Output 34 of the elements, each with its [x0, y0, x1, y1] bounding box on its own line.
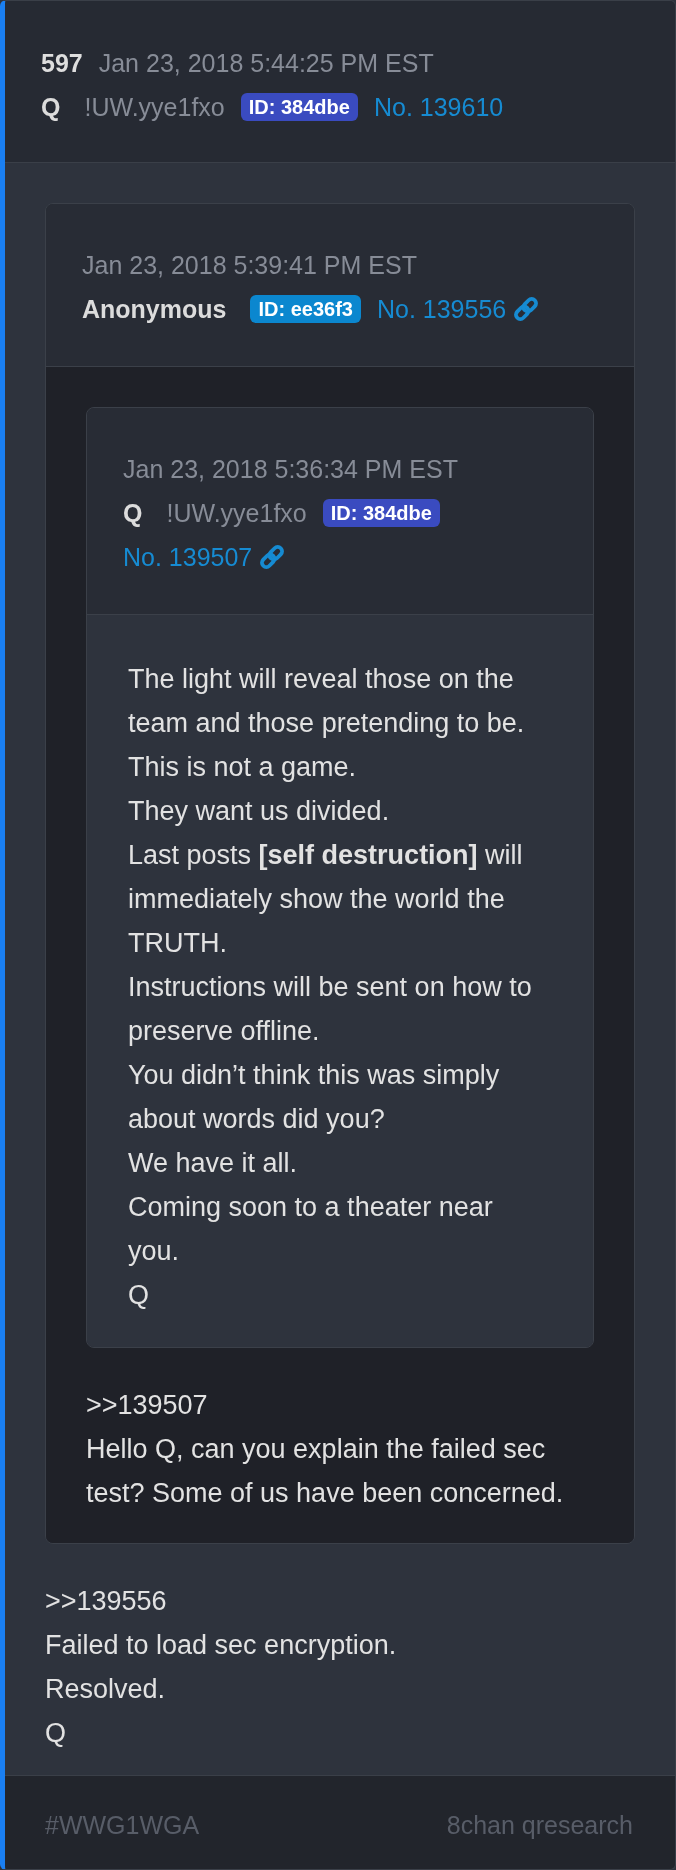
poster-name: Q [123, 498, 143, 529]
source-text: 8chan qresearch [446, 1810, 633, 1841]
post-text: They want us divided. [128, 795, 391, 828]
link-icon[interactable] [259, 544, 286, 570]
post-text: Q [45, 1717, 67, 1750]
link-icon[interactable] [513, 296, 540, 322]
post-date: Jan 23, 2018 5:44:25 PM EST [98, 48, 434, 79]
post-number-link[interactable]: No. 139610 [373, 85, 504, 129]
post-text: >>139507 [86, 1389, 209, 1422]
hashtag-text: #WWG1WGA [45, 1810, 200, 1841]
post-text: Hello Q, can you explain the failed sec test? Some of us have been concerned. [86, 1433, 565, 1510]
post-text: This is not a game. [128, 751, 358, 784]
poster-name: Anonymous [82, 294, 227, 325]
post-text: We have it all. [128, 1147, 299, 1180]
post-number-link[interactable]: No. 139556 [376, 287, 507, 331]
poster-id-badge: ID: 384dbe [322, 499, 440, 527]
tripcode: !UW.yye1fxo [166, 498, 307, 529]
post-text: Instructions will be sent on how to preserve offline. [128, 971, 533, 1048]
post-text: Failed to load sec encryption. [45, 1629, 398, 1662]
poster-id-badge: ID: 384dbe [240, 93, 358, 121]
post-text: Coming soon to a theater near you. [128, 1191, 494, 1268]
tripcode: !UW.yye1fxo [84, 92, 225, 123]
post-text: >>139556 [45, 1585, 168, 1618]
post-text: You didn’t think this was simply about words did you? [128, 1059, 501, 1136]
post-date: Jan 23, 2018 5:36:34 PM EST [123, 454, 458, 485]
post-index: 597 [41, 48, 83, 79]
post-number-link[interactable]: No. 139507 [123, 535, 253, 579]
post-text: Resolved. [45, 1673, 167, 1706]
poster-name: Q [41, 92, 61, 123]
poster-id-badge: ID: ee36f3 [250, 295, 361, 323]
post-text: The light will reveal those on the team and those pretending to be. [128, 663, 526, 740]
post-date: Jan 23, 2018 5:39:41 PM EST [82, 250, 417, 281]
post-text: Last posts [self destruction] will immediately show the world the TRUTH. [128, 839, 524, 960]
post-text: Q [128, 1279, 150, 1312]
